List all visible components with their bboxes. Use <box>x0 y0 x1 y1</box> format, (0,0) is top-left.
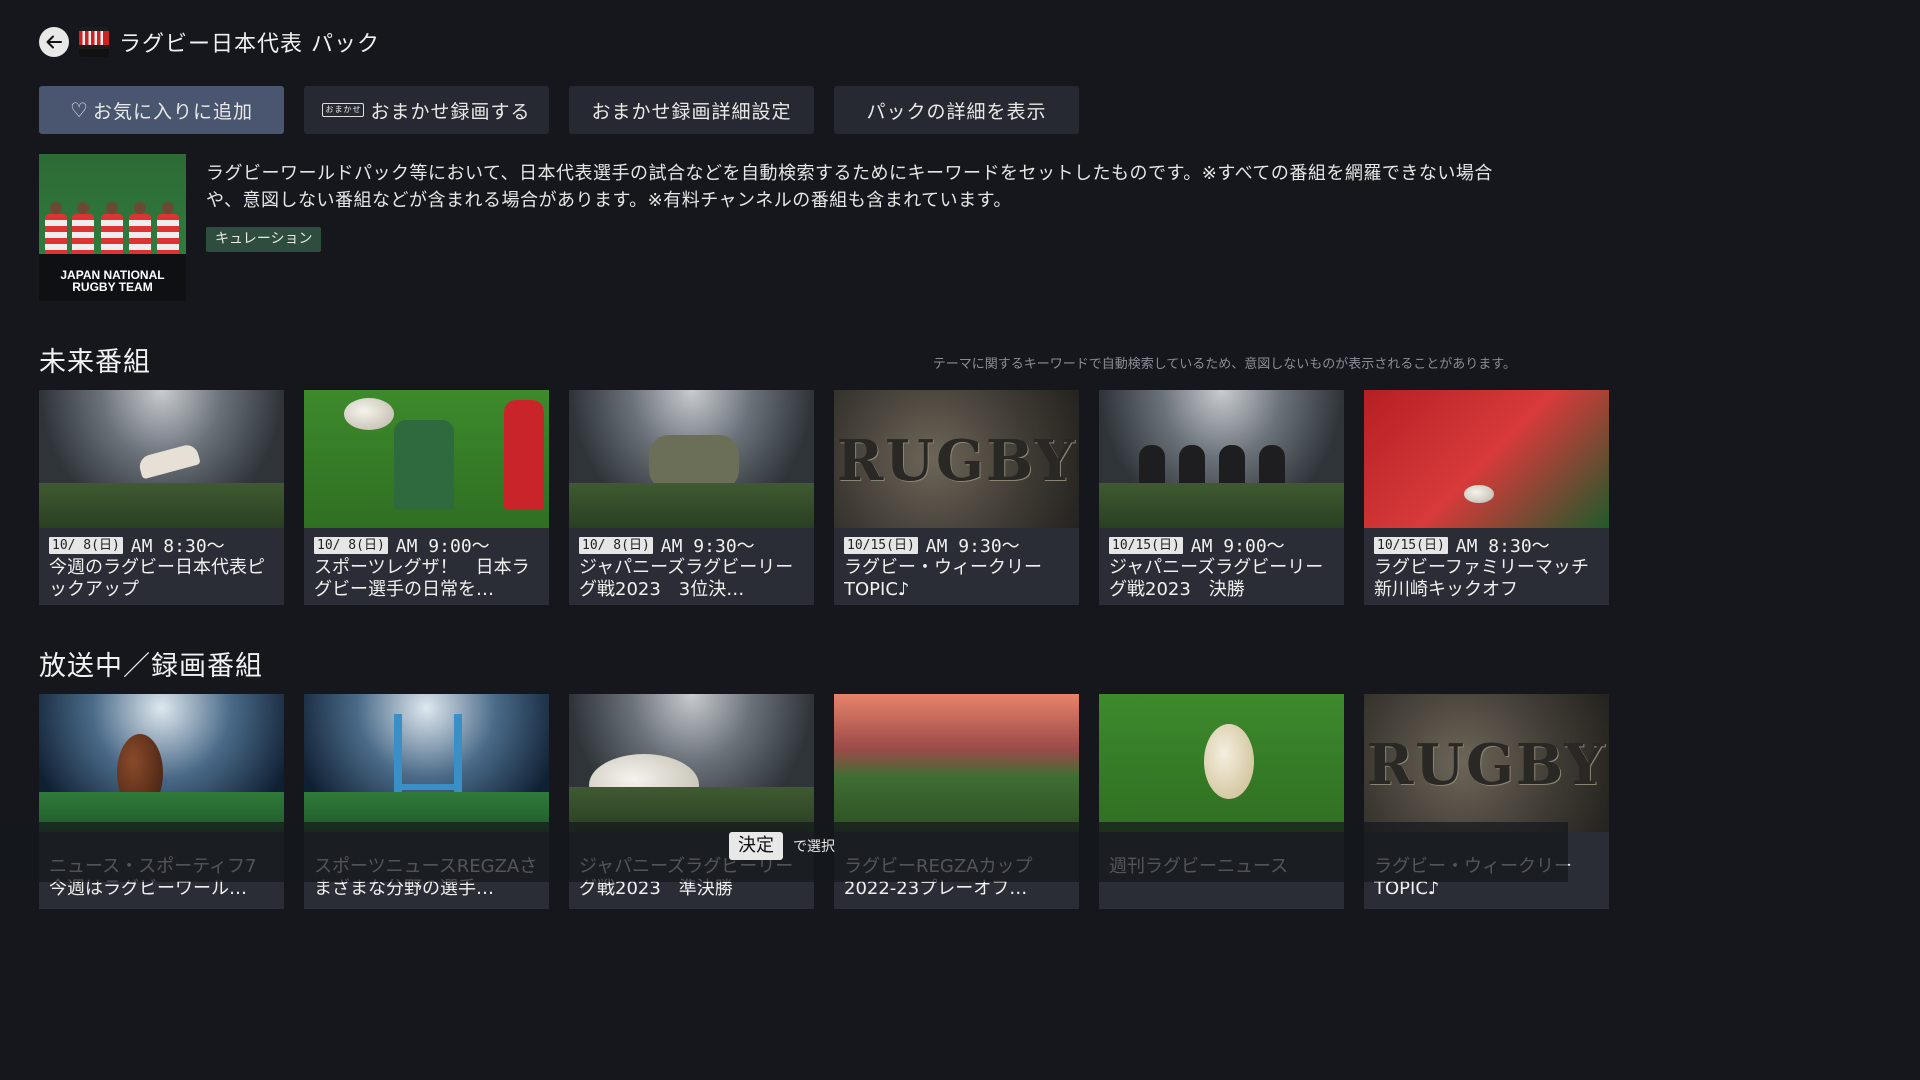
date-badge: 10/15(日) <box>1374 536 1448 554</box>
program-card[interactable]: 10/ 8(日) AM 9:30〜 ジャパニーズラグビーリーグ戦2023 3位決… <box>569 390 814 605</box>
select-hint: 決定 で選択 <box>729 832 835 860</box>
omakase-record-label: おまかせ録画する <box>370 100 531 123</box>
heart-icon: ♡ <box>70 98 89 122</box>
air-time: AM 8:30〜 <box>130 536 225 557</box>
back-button[interactable] <box>39 27 69 57</box>
omakase-settings-label: おまかせ録画詳細設定 <box>591 100 792 123</box>
program-title: ラグビー・ウィークリーTOPIC♪ <box>844 557 1042 600</box>
page-title: ラグビー日本代表 パック <box>119 32 380 57</box>
program-title: ジャパニーズラグビーリーグ戦2023 3位決… <box>579 557 794 600</box>
air-time: AM 9:00〜 <box>1190 536 1285 557</box>
omakase-record-button[interactable]: おまかせ おまかせ録画する <box>304 86 549 134</box>
date-badge: 10/15(日) <box>1109 536 1183 554</box>
program-card[interactable]: 10/15(日) AM 8:30〜 ラグビーファミリーマッチ 新川崎キックオフ <box>1364 390 1609 605</box>
pack-description: ラグビーワールドパック等において、日本代表選手の試合などを自動検索するためにキー… <box>206 163 1493 211</box>
date-badge: 10/ 8(日) <box>49 536 123 554</box>
pack-icon <box>79 27 109 57</box>
date-badge: 10/15(日) <box>844 536 918 554</box>
program-thumbnail <box>39 694 284 832</box>
future-row: 10/ 8(日) AM 8:30〜 今週のラグビー日本代表ピックアップ 10/ 8… <box>39 390 1609 605</box>
program-thumbnail <box>834 694 1079 832</box>
omakase-icon: おまかせ <box>322 103 365 117</box>
future-section-note: テーマに関するキーワードで自動検索しているため、意図しないものが表示されることが… <box>932 357 1516 372</box>
program-title: ジャパニーズラグビーリーグ戦2023 決勝 <box>1109 557 1324 600</box>
curation-badge: キュレーション <box>206 227 322 252</box>
program-card[interactable]: RUGBY 10/15(日) AM 9:30〜 ラグビー・ウィークリーTOPIC♪ <box>834 390 1079 605</box>
date-badge: 10/ 8(日) <box>579 536 653 554</box>
program-thumbnail <box>304 390 549 528</box>
program-thumbnail <box>304 694 549 832</box>
date-badge: 10/ 8(日) <box>314 536 388 554</box>
program-thumbnail <box>1099 390 1344 528</box>
arrow-left-icon <box>46 35 62 49</box>
program-thumbnail: RUGBY <box>834 390 1079 528</box>
program-thumbnail <box>569 694 814 832</box>
program-title: 今週のラグビー日本代表ピックアップ <box>49 557 265 600</box>
program-thumbnail <box>39 390 284 528</box>
program-card[interactable]: 10/ 8(日) AM 8:30〜 今週のラグビー日本代表ピックアップ <box>39 390 284 605</box>
air-time: AM 9:30〜 <box>660 536 755 557</box>
broadcast-section-title: 放送中／録画番組 <box>39 651 263 682</box>
action-bar: ♡ お気に入りに追加 おまかせ おまかせ録画する おまかせ録画詳細設定 パックの… <box>39 86 1079 134</box>
header: ラグビー日本代表 パック <box>39 24 380 60</box>
pack-details-label: パックの詳細を表示 <box>866 100 1047 123</box>
program-card[interactable]: 10/15(日) AM 9:00〜 ジャパニーズラグビーリーグ戦2023 決勝 <box>1099 390 1344 605</box>
thumbnail-rugby-text: RUGBY <box>1366 732 1607 798</box>
program-thumbnail <box>1099 694 1344 832</box>
air-time: AM 9:30〜 <box>925 536 1020 557</box>
enter-key-badge: 決定 <box>729 832 783 860</box>
hint-text: で選択 <box>793 839 835 855</box>
air-time: AM 8:30〜 <box>1455 536 1550 557</box>
program-title: スポーツレグザ！ 日本ラグビー選手の日常を… <box>314 557 530 600</box>
air-time: AM 9:00〜 <box>395 536 490 557</box>
future-section-title: 未来番組 <box>39 347 151 378</box>
program-title: ラグビーファミリーマッチ 新川崎キックオフ <box>1374 557 1599 600</box>
program-card[interactable]: 10/ 8(日) AM 9:00〜 スポーツレグザ！ 日本ラグビー選手の日常を… <box>304 390 549 605</box>
program-thumbnail <box>569 390 814 528</box>
program-thumbnail: RUGBY <box>1364 694 1609 832</box>
pack-details-button[interactable]: パックの詳細を表示 <box>834 86 1079 134</box>
program-thumbnail <box>1364 390 1609 528</box>
pack-image-label: JAPAN NATIONAL RUGBY TEAM <box>60 268 165 294</box>
pack-image: JAPAN NATIONAL RUGBY TEAM <box>39 154 186 301</box>
omakase-settings-button[interactable]: おまかせ録画詳細設定 <box>569 86 814 134</box>
add-favorite-button[interactable]: ♡ お気に入りに追加 <box>39 86 284 134</box>
thumbnail-rugby-text: RUGBY <box>836 428 1077 494</box>
add-favorite-label: お気に入りに追加 <box>92 100 253 123</box>
